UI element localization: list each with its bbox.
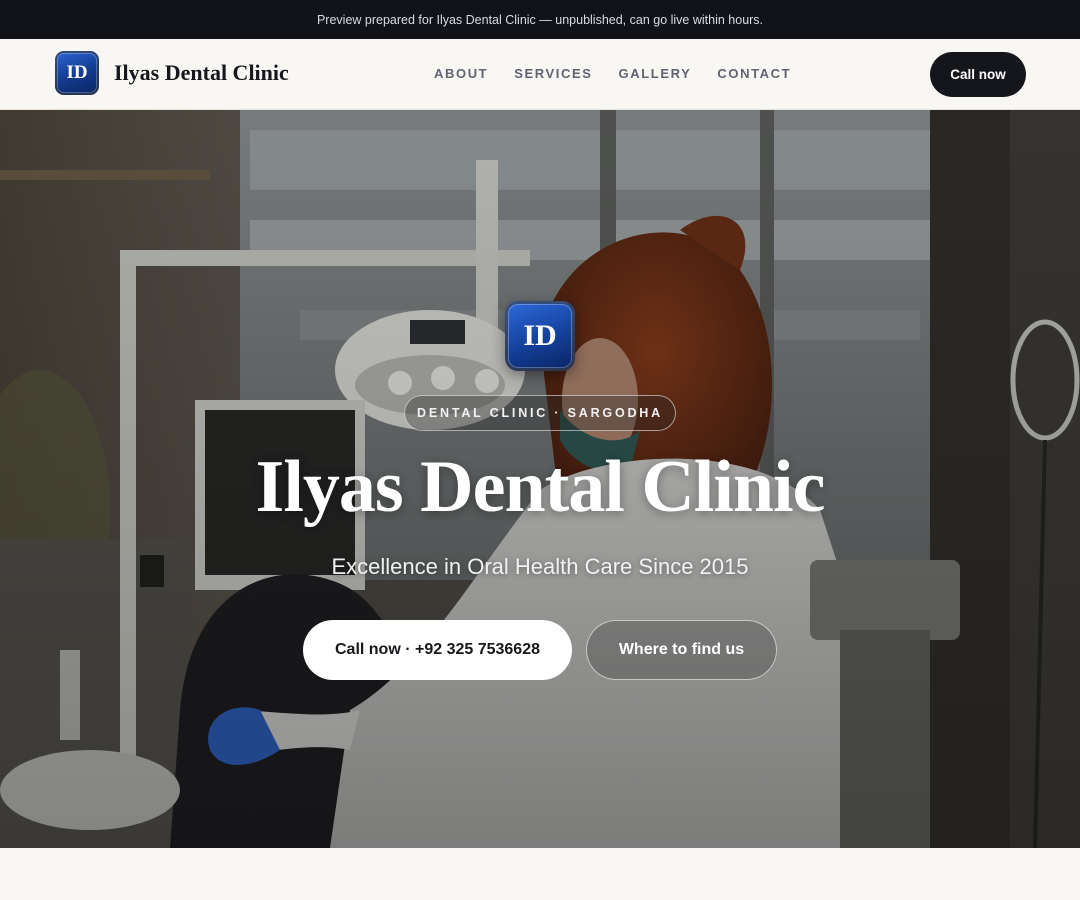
nav-link-services[interactable]: SERVICES — [514, 66, 592, 81]
preview-banner-text: Preview prepared for Ilyas Dental Clinic… — [316, 12, 764, 27]
nav-link-contact[interactable]: CONTACT — [717, 66, 791, 81]
site-header: ID Ilyas Dental Clinic ABOUT SERVICES GA… — [0, 39, 1080, 110]
brand-name: Ilyas Dental Clinic — [114, 60, 289, 85]
nav-link-gallery[interactable]: GALLERY — [619, 66, 692, 81]
brand-logo-icon: ID — [55, 51, 99, 95]
location-badge: DENTAL CLINIC · SARGODHA — [404, 395, 676, 431]
hero-title: Ilyas Dental Clinic — [255, 446, 826, 528]
nav-link-about[interactable]: ABOUT — [434, 66, 488, 81]
brand[interactable]: ID Ilyas Dental Clinic — [55, 51, 289, 95]
hero-subtitle: Excellence in Oral Health Care Since 201… — [331, 554, 749, 579]
header-call-button[interactable]: Call now — [930, 52, 1026, 97]
call-now-button[interactable]: Call now · +92 325 7536628 — [303, 620, 572, 680]
hero-logo-icon: ID — [505, 301, 575, 371]
main-nav: ABOUT SERVICES GALLERY CONTACT — [434, 66, 817, 81]
hero-section: ID DENTAL CLINIC · SARGODHA Ilyas Dental… — [0, 110, 1080, 848]
preview-banner: Preview prepared for Ilyas Dental Clinic… — [0, 0, 1080, 39]
find-us-button[interactable]: Where to find us — [586, 620, 777, 680]
